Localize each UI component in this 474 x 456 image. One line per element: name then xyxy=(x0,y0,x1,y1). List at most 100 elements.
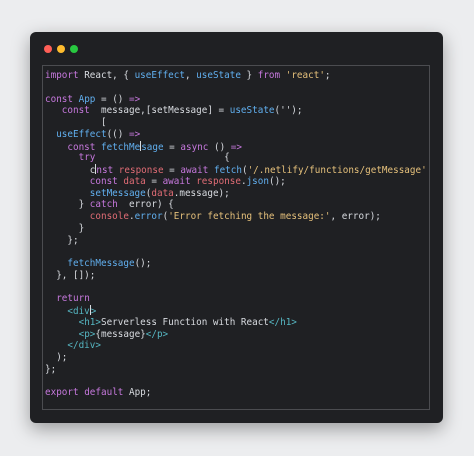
code-token: = xyxy=(145,175,163,187)
code-editor[interactable]: import React, { useEffect, useState } fr… xyxy=(42,65,430,410)
code-token: const xyxy=(61,105,90,117)
close-window-dot-icon[interactable] xyxy=(44,45,52,53)
code-token: , error); xyxy=(330,211,381,222)
code-token: } xyxy=(240,70,258,81)
maximize-window-dot-icon[interactable] xyxy=(70,45,78,53)
code-token: from xyxy=(257,70,281,81)
code-token: } xyxy=(45,199,90,211)
code-line: } catch error) { xyxy=(45,199,427,211)
code-token: response xyxy=(118,165,164,176)
code-token: }; xyxy=(45,363,57,375)
code-line: fetchMessage(); xyxy=(45,258,427,270)
code-token: useState xyxy=(196,70,241,81)
code-token: sage xyxy=(141,141,164,153)
code-line: export default App; xyxy=(45,387,427,399)
code-line: console.error('Error fetching the messag… xyxy=(45,211,427,223)
code-token: catch xyxy=(89,199,118,211)
code-token: ; xyxy=(324,70,331,81)
code-line: }; xyxy=(45,235,427,247)
code-line: setMessage(data.message); xyxy=(45,188,427,200)
code-token: '/.netlify/functions/getMessage' xyxy=(247,165,427,176)
code-token: React, { xyxy=(78,70,135,81)
code-token: = () xyxy=(95,93,129,105)
code-token: = xyxy=(163,141,181,153)
code-block: import React, { useEffect, useState } fr… xyxy=(45,70,427,399)
code-token: 'Error fetching the message:' xyxy=(168,211,331,222)
code-line: [ xyxy=(45,117,427,129)
code-token: } xyxy=(45,222,85,234)
code-token: <h1> xyxy=(78,316,101,328)
code-token: () xyxy=(208,141,231,153)
code-token: </p> xyxy=(145,328,169,340)
code-token: const xyxy=(67,141,96,153)
code-token: fetchMe xyxy=(101,141,141,153)
code-token: <p> xyxy=(78,328,96,340)
code-token: data xyxy=(123,175,146,187)
code-token: [ xyxy=(45,117,107,128)
code-line: import React, { useEffect, useState } fr… xyxy=(45,70,427,82)
code-token: (''); xyxy=(274,105,303,117)
code-token: => xyxy=(129,93,141,105)
code-token: const xyxy=(89,175,118,187)
code-line: const message,[setMessage] = useState(''… xyxy=(45,105,427,117)
code-token: (); xyxy=(268,175,286,187)
code-token: const xyxy=(45,93,73,105)
code-token: nst xyxy=(96,165,114,176)
code-token: </div> xyxy=(67,340,101,352)
code-token: setMessage xyxy=(89,187,146,199)
code-token: (); xyxy=(134,258,152,269)
code-line: const fetchMesage = async () => xyxy=(45,140,427,153)
code-token: useEffect xyxy=(134,70,185,81)
code-token: = xyxy=(163,165,181,176)
window-titlebar xyxy=(30,32,443,62)
code-line: cnst response = await fetch('/.netlify/f… xyxy=(45,164,427,176)
code-token: useState xyxy=(229,105,275,117)
code-token: => xyxy=(128,128,141,140)
code-token: }, []); xyxy=(45,269,96,281)
code-window: import React, { useEffect, useState } fr… xyxy=(30,32,443,423)
code-token: try xyxy=(78,152,96,164)
code-line: useEffect(() => xyxy=(45,129,427,141)
code-token: }; xyxy=(45,234,79,246)
code-token: error xyxy=(134,211,163,222)
code-token: 'react' xyxy=(285,70,325,81)
code-token: import xyxy=(45,70,79,81)
code-line: ); xyxy=(45,352,427,364)
code-line: } xyxy=(45,223,427,235)
code-token: await xyxy=(162,175,191,187)
code-token: Serverless Function with React xyxy=(100,316,269,328)
code-token: export xyxy=(45,387,79,399)
code-token: response xyxy=(196,175,241,187)
code-line: }, []); xyxy=(45,270,427,282)
minimize-window-dot-icon[interactable] xyxy=(57,45,65,53)
code-token: return xyxy=(56,293,90,305)
code-line: const data = await response.json(); xyxy=(45,176,427,188)
code-token: async xyxy=(180,141,209,153)
code-line: </div> xyxy=(45,340,427,352)
code-token: fetch xyxy=(213,165,242,176)
code-line: <p>{message}</p> xyxy=(45,329,427,341)
code-token: (() xyxy=(106,128,129,140)
code-line: <h1>Serverless Function with React</h1> xyxy=(45,317,427,329)
code-line: <div> xyxy=(45,305,427,317)
code-token: default xyxy=(84,387,124,399)
code-token: </h1> xyxy=(268,316,297,328)
code-line: return xyxy=(45,293,427,305)
code-token: ); xyxy=(45,352,68,363)
code-token: data xyxy=(151,187,174,199)
code-token: > xyxy=(90,306,97,317)
code-line: try { xyxy=(45,152,427,164)
